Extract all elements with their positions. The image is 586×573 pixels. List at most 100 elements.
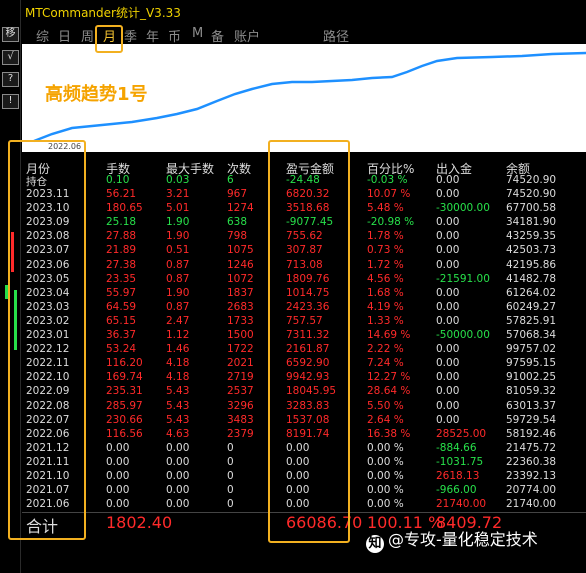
cell-month: 2023.06	[26, 258, 70, 271]
table-row[interactable]: 2022.08 285.97 5.43 3296 3283.83 5.50 % 0.00 63…	[22, 400, 586, 414]
title-bar: MTCommander统计_V3.33	[22, 0, 586, 22]
tab-week[interactable]: 周	[81, 26, 94, 45]
tab-account[interactable]: 账户	[234, 26, 260, 45]
cell-flow: 2618.13	[436, 470, 480, 482]
cell-balance: 61264.02	[506, 286, 557, 299]
table-row[interactable]: 2021.07 0.00 0.00 0 0.00 0.00 % -966.00 20774.0…	[22, 484, 586, 498]
table-row[interactable]: 2021.10 0.00 0.00 0 0.00 0.00 % 2618.13 23392.1…	[22, 470, 586, 484]
table-row[interactable]: 2021.11 0.00 0.00 0 0.00 0.00 % -1031.75 22360.…	[22, 456, 586, 470]
cell-lots: 21.89	[106, 244, 137, 257]
table-row[interactable]: 2021.12 0.00 0.00 0 0.00 0.00 % -884.66 21475.7…	[22, 442, 586, 456]
mini-candle-red	[11, 232, 14, 272]
cell-month: 2021.12	[26, 441, 70, 454]
cell-balance: 91002.25	[506, 371, 557, 384]
tab-summary[interactable]: 综	[36, 26, 49, 45]
cell-pnl: 0.00	[286, 455, 310, 468]
cell-count: 1733	[227, 314, 254, 327]
table-row[interactable]: 2023.03 64.59 0.87 2683 2423.36 4.19 % 0.00 602…	[22, 301, 586, 315]
table-row[interactable]: 2023.11 56.21 3.21 967 6820.32 10.07 % 0.00 745…	[22, 188, 586, 202]
tab-year[interactable]: 年	[146, 26, 159, 45]
table-row[interactable]: 2022.06 116.56 4.63 2379 8191.74 16.38 % 28525…	[22, 428, 586, 442]
cell-month: 2023.05	[26, 272, 70, 285]
cell-balance: 58192.46	[506, 427, 557, 440]
cell-max-lots: 5.01	[166, 202, 190, 215]
cell-month: 2023.03	[26, 300, 70, 313]
alert-button[interactable]: !	[2, 94, 19, 109]
table-row[interactable]: 2022.07 230.66 5.43 3483 1537.08 2.64 % 0.00 59…	[22, 414, 586, 428]
cell-month: 2022.12	[26, 343, 70, 356]
cell-balance: 20774.00	[506, 484, 557, 497]
watermark-text: @专攻-量化稳定技术	[388, 530, 538, 549]
cell-month: 2022.11	[26, 357, 70, 370]
cell-max-lots: 0.51	[166, 244, 190, 257]
cell-lots: 56.21	[106, 188, 137, 200]
cell-max-lots: 1.12	[166, 329, 190, 341]
cell-balance: 22360.38	[506, 455, 557, 468]
cell-pnl: -9077.45	[286, 216, 334, 229]
cell-lots: 285.97	[106, 399, 143, 412]
cell-month: 2022.09	[26, 385, 70, 398]
move-button[interactable]: 移	[2, 27, 19, 42]
cell-pct: 12.27 %	[367, 371, 411, 384]
table-row[interactable]: 2022.12 53.24 1.46 1722 2161.87 2.22 % 0.00 997…	[22, 343, 586, 357]
table-row[interactable]: 2023.07 21.89 0.51 1075 307.87 0.73 % 0.00 4250…	[22, 244, 586, 258]
cell-max-lots: 5.43	[166, 399, 190, 412]
cell-count: 1722	[227, 343, 254, 356]
cell-pct: 4.19 %	[367, 300, 404, 313]
table-row[interactable]: 2023.01 36.37 1.12 1500 7311.32 14.69 % -50000…	[22, 329, 586, 343]
position-row[interactable]: 持仓 0.10 0.03 6 -24.48 -0.03 % 0.00 74520…	[22, 174, 586, 188]
table-row[interactable]: 2023.05 23.35 0.87 1072 1809.76 4.56 % -21591.…	[22, 273, 586, 287]
cell-flow: -966.00	[436, 484, 477, 497]
cell-flow: 0.00	[436, 244, 460, 257]
cell-pct: 0.00 %	[367, 441, 404, 454]
help-button[interactable]: ?	[2, 72, 19, 87]
table-row[interactable]: 2023.02 65.15 2.47 1733 757.57 1.33 % 0.00 5782…	[22, 315, 586, 329]
table-row[interactable]: 2022.11 116.20 4.18 2021 6592.90 7.24 % 0.00 97…	[22, 357, 586, 371]
cell-flow: 0.00	[436, 413, 460, 426]
cell-max-lots: 4.63	[166, 427, 190, 440]
cell-pct: 16.38 %	[367, 427, 411, 440]
cell-flow: 28525.00	[436, 427, 487, 440]
cell-balance: 60249.27	[506, 300, 557, 313]
cell-balance: 81059.32	[506, 385, 557, 398]
cell-max-lots: 4.18	[166, 371, 190, 384]
tab-month[interactable]: 月	[103, 26, 116, 45]
cell-pct: 14.69 %	[367, 329, 411, 341]
cell-lots: 0.00	[106, 455, 130, 468]
cell-balance: 42195.86	[506, 258, 557, 271]
cell-pnl: 1537.08	[286, 413, 330, 426]
cell-flow: 21740.00	[436, 498, 487, 511]
cell-pnl: 6820.32	[286, 188, 330, 200]
mini-candle-green	[5, 285, 8, 299]
cell-flow: 0.00	[436, 343, 460, 356]
cell-lots: 36.37	[106, 329, 137, 341]
tab-m[interactable]: M	[192, 26, 203, 41]
tab-day[interactable]: 日	[58, 26, 71, 45]
table-row[interactable]: 2022.09 235.31 5.43 2537 18045.95 28.64 % 0.00…	[22, 385, 586, 399]
position-lots: 0.10	[106, 174, 130, 186]
cell-flow: -50000.00	[436, 329, 490, 341]
table-row[interactable]: 2023.10 180.65 5.01 1274 3518.68 5.48 % -30000…	[22, 202, 586, 216]
position-balance: 74520.90	[506, 174, 557, 186]
cell-pct: 1.68 %	[367, 286, 404, 299]
tab-notes[interactable]: 备	[211, 26, 224, 45]
tab-currency[interactable]: 币	[168, 26, 181, 45]
cell-pct: 0.00 %	[367, 498, 404, 511]
tab-quarter[interactable]: 季	[124, 26, 137, 45]
cell-balance: 59729.54	[506, 413, 557, 426]
cell-pnl: 0.00	[286, 484, 310, 497]
position-count: 6	[227, 174, 234, 186]
table-row[interactable]: 2023.04 55.97 1.90 1837 1014.75 1.68 % 0.00 612…	[22, 287, 586, 301]
cell-flow: 0.00	[436, 314, 460, 327]
cell-lots: 0.00	[106, 441, 130, 454]
table-row[interactable]: 2022.10 169.74 4.18 2719 9942.93 12.27 % 0.00 9…	[22, 371, 586, 385]
check-button[interactable]: √	[2, 50, 19, 65]
cell-balance: 97595.15	[506, 357, 557, 370]
table-row[interactable]: 2023.08 27.88 1.90 798 755.62 1.78 % 0.00 43259…	[22, 230, 586, 244]
table-row[interactable]: 2021.06 0.00 0.00 0 0.00 0.00 % 21740.00 21740.…	[22, 498, 586, 512]
cell-pct: -20.98 %	[367, 216, 415, 229]
table-row[interactable]: 2023.09 25.18 1.90 638 -9077.45 -20.98 % 0.00 3…	[22, 216, 586, 230]
cell-flow: -1031.75	[436, 455, 484, 468]
tab-path[interactable]: 路径	[323, 26, 349, 45]
table-row[interactable]: 2023.06 27.38 0.87 1246 713.08 1.72 % 0.00 4219…	[22, 259, 586, 273]
